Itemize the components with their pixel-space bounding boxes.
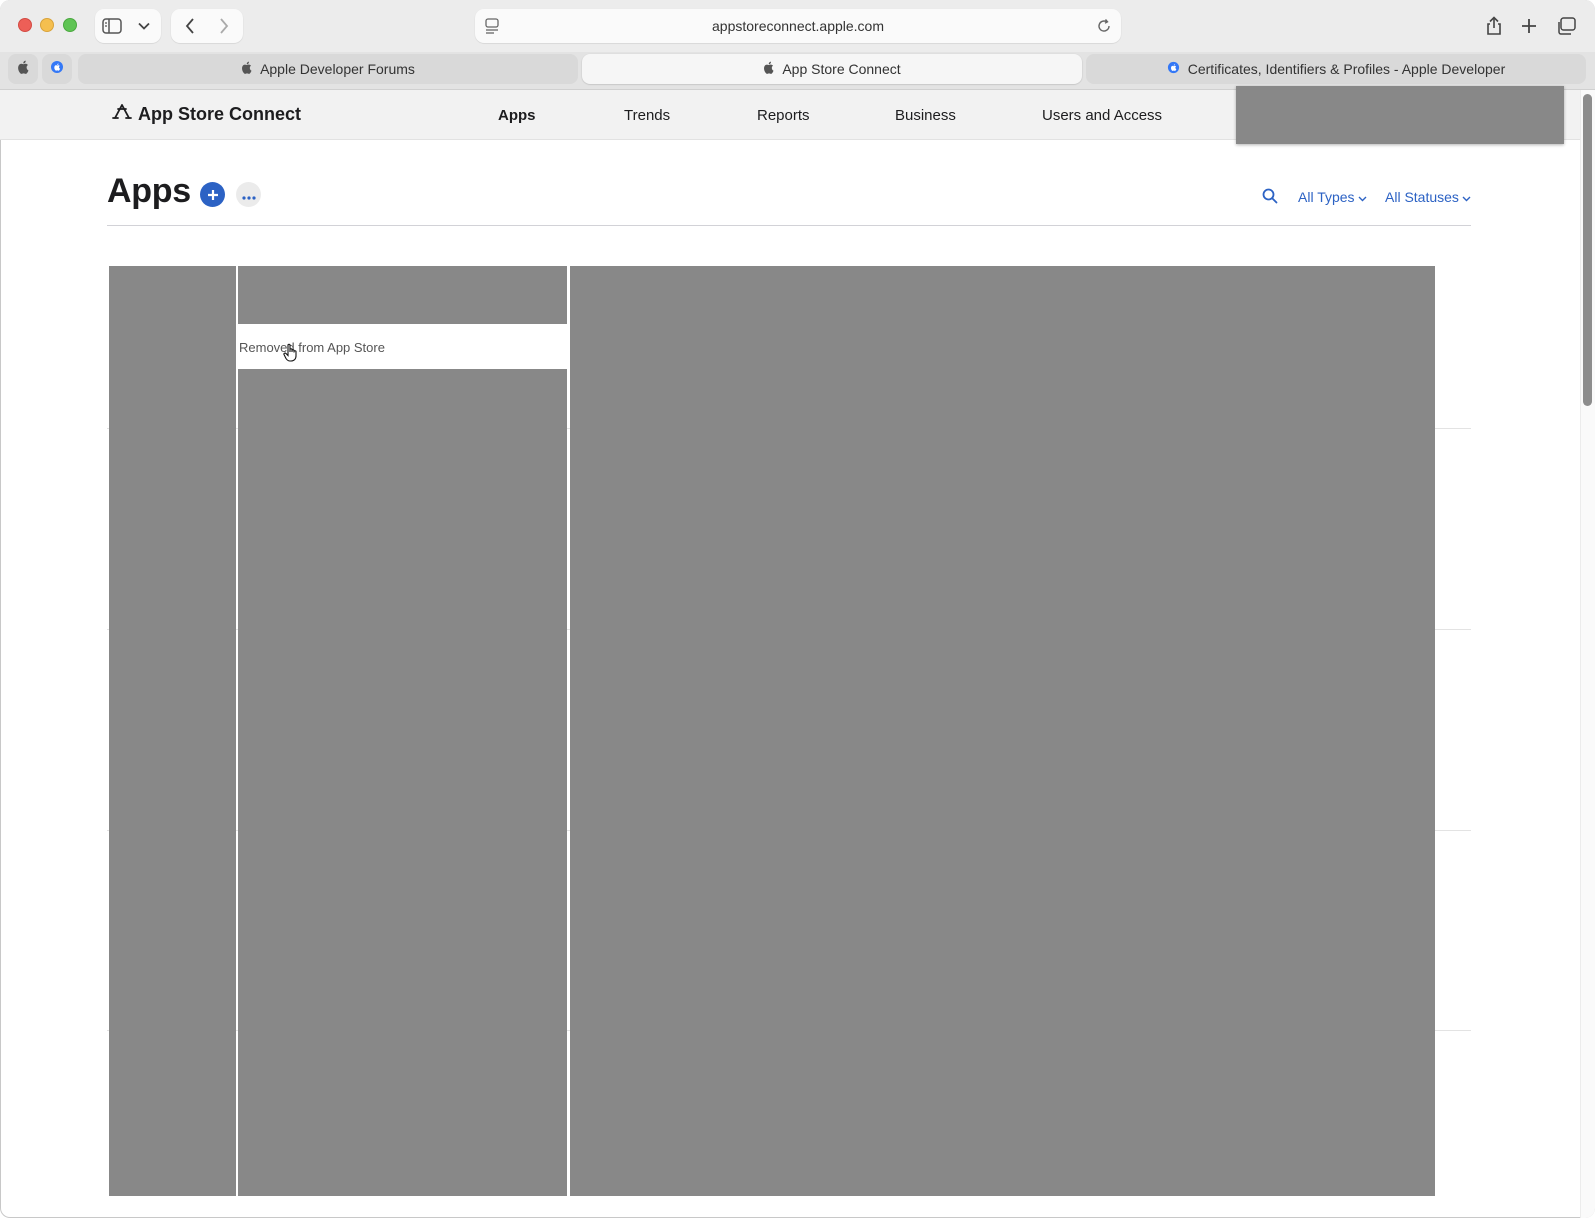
- hand-cursor-icon: [283, 343, 299, 368]
- tab-certificates-identifiers-profiles[interactable]: Certificates, Identifiers & Profiles - A…: [1086, 54, 1586, 84]
- forward-button[interactable]: [207, 9, 241, 43]
- app-list-redacted[interactable]: [570, 266, 1435, 1196]
- chevron-down-icon: [1358, 189, 1367, 205]
- app-name-redacted[interactable]: [238, 266, 567, 324]
- tab-label: App Store Connect: [782, 61, 901, 77]
- filter-types-label: All Types: [1298, 189, 1355, 205]
- page-menu-icon[interactable]: [483, 17, 501, 38]
- brand-link[interactable]: App Store Connect: [112, 103, 301, 126]
- browser-toolbar: appstoreconnect.apple.com: [0, 0, 1595, 52]
- filter-statuses-label: All Statuses: [1385, 189, 1459, 205]
- app-store-connect-logo-icon: [112, 103, 132, 126]
- plus-icon: [207, 185, 219, 205]
- chevron-down-icon[interactable]: [127, 9, 161, 43]
- close-window-button[interactable]: [18, 18, 32, 32]
- status-tooltip-text: Removed from App Store: [239, 339, 385, 355]
- apple-logo-icon: [17, 60, 29, 79]
- zoom-window-button[interactable]: [63, 18, 77, 32]
- tab-apple-developer-forums[interactable]: Apple Developer Forums: [78, 54, 578, 84]
- address-text: appstoreconnect.apple.com: [712, 18, 884, 34]
- nav-apps[interactable]: Apps: [498, 107, 536, 124]
- developer-logo-icon: [50, 60, 64, 79]
- minimize-window-button[interactable]: [40, 18, 54, 32]
- address-bar[interactable]: appstoreconnect.apple.com: [475, 9, 1121, 43]
- tab-overview-icon[interactable]: [1552, 12, 1580, 40]
- header-divider: [107, 225, 1471, 226]
- apple-logo-icon: [763, 61, 774, 77]
- tab-label: Apple Developer Forums: [260, 61, 415, 77]
- app-details-redacted[interactable]: [238, 369, 567, 1196]
- back-button[interactable]: [173, 9, 207, 43]
- filter-types-dropdown[interactable]: All Types: [1298, 189, 1367, 205]
- more-options-button[interactable]: [236, 182, 261, 207]
- filter-statuses-dropdown[interactable]: All Statuses: [1385, 189, 1471, 205]
- pinned-tab-apple[interactable]: [8, 54, 38, 84]
- share-icon[interactable]: [1480, 12, 1508, 40]
- account-menu-redacted[interactable]: [1236, 86, 1564, 144]
- sidebar-controls: [95, 9, 161, 43]
- sidebar-toggle-icon[interactable]: [95, 9, 129, 43]
- brand-label: App Store Connect: [138, 104, 302, 124]
- nav-trends[interactable]: Trends: [624, 107, 670, 124]
- browser-window: appstoreconnect.apple.com Apple Develope…: [0, 0, 1595, 1218]
- new-tab-icon[interactable]: [1515, 12, 1543, 40]
- history-controls: [171, 9, 243, 43]
- app-icons-redacted[interactable]: [109, 266, 236, 1196]
- chevron-down-icon: [1462, 189, 1471, 205]
- reload-icon[interactable]: [1095, 17, 1113, 38]
- search-icon[interactable]: [1262, 188, 1278, 209]
- nav-reports[interactable]: Reports: [757, 107, 810, 124]
- nav-business[interactable]: Business: [895, 107, 956, 124]
- apple-logo-icon: [241, 61, 252, 77]
- page-title: Apps: [107, 172, 191, 210]
- tab-bar: Apple Developer Forums App Store Connect…: [0, 52, 1595, 90]
- tab-label: Certificates, Identifiers & Profiles - A…: [1187, 61, 1506, 77]
- add-app-button[interactable]: [200, 182, 225, 207]
- page-scrollbar-thumb[interactable]: [1583, 94, 1592, 406]
- pinned-tab-developer[interactable]: [42, 54, 72, 84]
- nav-users-and-access[interactable]: Users and Access: [1042, 107, 1162, 124]
- tab-app-store-connect[interactable]: App Store Connect: [582, 54, 1082, 84]
- ellipsis-icon: [241, 187, 256, 203]
- developer-logo-icon: [1167, 61, 1180, 77]
